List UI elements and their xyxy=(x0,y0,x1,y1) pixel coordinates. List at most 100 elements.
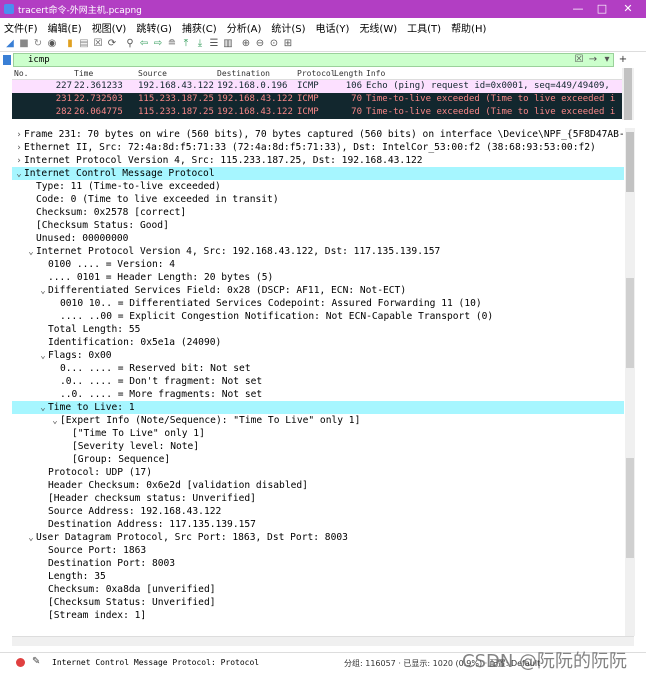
packet-row[interactable]: 227 22.361233 192.168.43.122 192.168.0.1… xyxy=(12,80,622,93)
tree-row[interactable]: Length: 35 xyxy=(12,570,624,583)
packet-list-scroll-thumb[interactable] xyxy=(624,68,632,120)
tree-row-label: ["Time To Live" only 1] xyxy=(72,428,205,439)
menu-wireless[interactable]: 无线(W) xyxy=(354,18,402,36)
tree-row[interactable]: Protocol: UDP (17) xyxy=(12,466,624,479)
restart-capture-icon[interactable]: ↻ xyxy=(32,38,44,50)
clear-filter-icon[interactable]: ☒ xyxy=(574,54,584,66)
close-file-icon[interactable]: ☒ xyxy=(92,38,104,50)
menu-statistics[interactable]: 统计(S) xyxy=(266,18,310,36)
tree-row[interactable]: Identification: 0x5e1a (24090) xyxy=(12,336,624,349)
go-to-packet-icon[interactable]: ≘ xyxy=(166,38,178,50)
tree-row[interactable]: Type: 11 (Time-to-live exceeded) xyxy=(12,180,624,193)
tree-row[interactable]: [Severity level: Note] xyxy=(12,440,624,453)
tree-row[interactable]: › Internet Protocol Version 4, Src: 115.2… xyxy=(12,154,624,167)
go-first-icon[interactable]: ⤒ xyxy=(180,38,192,50)
packet-row-selected[interactable]: 231 22.732503 115.233.187.25 192.168.43.… xyxy=(12,93,622,106)
tree-row[interactable]: [Header checksum status: Unverified] xyxy=(12,492,624,505)
autoscroll-icon[interactable]: ☰ xyxy=(208,38,220,50)
tree-row[interactable]: [Group: Sequence] xyxy=(12,453,624,466)
tree-row[interactable]: Total Length: 55 xyxy=(12,323,624,336)
menu-edit[interactable]: 编辑(E) xyxy=(43,18,87,36)
col-no[interactable]: No. xyxy=(14,69,28,78)
menu-telephony[interactable]: 电话(Y) xyxy=(311,18,355,36)
go-last-icon[interactable]: ⤓ xyxy=(194,38,206,50)
zoom-out-icon[interactable]: ⊖ xyxy=(254,38,266,50)
filter-history-icon[interactable]: ▾ xyxy=(602,54,612,66)
add-filter-button-icon[interactable]: + xyxy=(618,54,628,66)
menu-file[interactable]: 文件(F) xyxy=(0,18,43,36)
menu-help[interactable]: 帮助(H) xyxy=(446,18,491,36)
display-filter-input[interactable]: icmp xyxy=(13,53,614,67)
col-source[interactable]: Source xyxy=(138,69,167,78)
tree-row[interactable]: .0.. .... = Don't fragment: Not set xyxy=(12,375,624,388)
expert-info-icon[interactable] xyxy=(16,658,25,667)
tree-row[interactable]: [Checksum Status: Unverified] xyxy=(12,596,624,609)
menu-capture[interactable]: 捕获(C) xyxy=(177,18,222,36)
tree-row[interactable]: Destination Port: 8003 xyxy=(12,557,624,570)
tree-row-label: Frame 231: 70 bytes on wire (560 bits), … xyxy=(24,129,624,140)
menu-tools[interactable]: 工具(T) xyxy=(402,18,446,36)
details-scroll-thumb[interactable] xyxy=(626,132,634,192)
tree-row[interactable]: ⌄ Internet Protocol Version 4, Src: 192.1… xyxy=(12,245,624,258)
filter-bookmark-icon[interactable] xyxy=(3,55,11,65)
tree-row[interactable]: [Stream index: 1] xyxy=(12,609,624,622)
minimize-button[interactable]: — xyxy=(568,1,588,17)
tree-row[interactable]: › Frame 231: 70 bytes on wire (560 bits),… xyxy=(12,128,624,141)
tree-row[interactable]: Checksum: 0xa8da [unverified] xyxy=(12,583,624,596)
details-scrollbar[interactable] xyxy=(625,128,635,636)
tree-row[interactable]: ⌄ [Expert Info (Note/Sequence): "Time To … xyxy=(12,414,624,427)
packet-list-scrollbar[interactable] xyxy=(622,68,634,120)
close-button[interactable]: ✕ xyxy=(618,1,638,17)
tree-row[interactable]: ⌄ Time to Live: 1 xyxy=(12,401,624,414)
col-protocol[interactable]: Protocol xyxy=(297,69,336,78)
tree-row[interactable]: ⌄ Internet Control Message Protocol xyxy=(12,167,624,180)
tree-row[interactable]: Source Address: 192.168.43.122 xyxy=(12,505,624,518)
menu-go[interactable]: 跳转(G) xyxy=(131,18,177,36)
tree-row[interactable]: 0100 .... = Version: 4 xyxy=(12,258,624,271)
stop-capture-icon[interactable]: ■ xyxy=(18,38,30,50)
col-info[interactable]: Info xyxy=(366,69,385,78)
resize-columns-icon[interactable]: ⊞ xyxy=(282,38,294,50)
edit-comment-icon[interactable]: ✎ xyxy=(32,656,40,667)
tree-row[interactable]: Unused: 00000000 xyxy=(12,232,624,245)
col-destination[interactable]: Destination xyxy=(217,69,270,78)
tree-row-label: Total Length: 55 xyxy=(48,324,141,335)
normal-size-icon[interactable]: ⊙ xyxy=(268,38,280,50)
tree-row[interactable]: .... ..00 = Explicit Congestion Notifica… xyxy=(12,310,624,323)
tree-row[interactable]: ..0. .... = More fragments: Not set xyxy=(12,388,624,401)
open-file-icon[interactable]: ▮ xyxy=(64,38,76,50)
tree-row[interactable]: ⌄ Flags: 0x00 xyxy=(12,349,624,362)
tree-row[interactable]: Header Checksum: 0x6e2d [validation disa… xyxy=(12,479,624,492)
go-back-icon[interactable]: ⇦ xyxy=(138,38,150,50)
maximize-button[interactable]: □ xyxy=(592,1,612,17)
start-capture-fin-icon[interactable]: ◢ xyxy=(4,38,16,50)
tree-row[interactable]: 0... .... = Reserved bit: Not set xyxy=(12,362,624,375)
tree-row[interactable]: Code: 0 (Time to live exceeded in transi… xyxy=(12,193,624,206)
col-length[interactable]: Length xyxy=(334,69,363,78)
find-packet-icon[interactable]: ⚲ xyxy=(124,38,136,50)
capture-options-icon[interactable]: ◉ xyxy=(46,38,58,50)
details-horizontal-scrollbar[interactable] xyxy=(12,636,634,646)
tree-row[interactable]: .... 0101 = Header Length: 20 bytes (5) xyxy=(12,271,624,284)
tree-row-label: Time to Live: 1 xyxy=(48,402,135,413)
packet-row[interactable]: 282 26.064775 115.233.187.25 192.168.43.… xyxy=(12,106,622,119)
tree-row[interactable]: ⌄ User Datagram Protocol, Src Port: 1863,… xyxy=(12,531,624,544)
menu-analyze[interactable]: 分析(A) xyxy=(222,18,267,36)
tree-row[interactable]: ["Time To Live" only 1] xyxy=(12,427,624,440)
tree-row[interactable]: Source Port: 1863 xyxy=(12,544,624,557)
apply-filter-icon[interactable]: → xyxy=(586,54,600,66)
tree-row[interactable]: [Checksum Status: Good] xyxy=(12,219,624,232)
menu-view[interactable]: 视图(V) xyxy=(87,18,132,36)
colorize-icon[interactable]: ▥ xyxy=(222,38,234,50)
tree-row-label: [Stream index: 1] xyxy=(48,610,147,621)
zoom-in-icon[interactable]: ⊕ xyxy=(240,38,252,50)
tree-row[interactable]: 0010 10.. = Differentiated Services Code… xyxy=(12,297,624,310)
go-forward-icon[interactable]: ⇨ xyxy=(152,38,164,50)
reload-file-icon[interactable]: ⟳ xyxy=(106,38,118,50)
tree-row[interactable]: Destination Address: 117.135.139.157 xyxy=(12,518,624,531)
tree-row[interactable]: Checksum: 0x2578 [correct] xyxy=(12,206,624,219)
col-time[interactable]: Time xyxy=(74,69,93,78)
tree-row[interactable]: › Ethernet II, Src: 72:4a:8d:f5:71:33 (72… xyxy=(12,141,624,154)
save-file-icon[interactable]: ▤ xyxy=(78,38,90,50)
tree-row[interactable]: ⌄ Differentiated Services Field: 0x28 (DS… xyxy=(12,284,624,297)
